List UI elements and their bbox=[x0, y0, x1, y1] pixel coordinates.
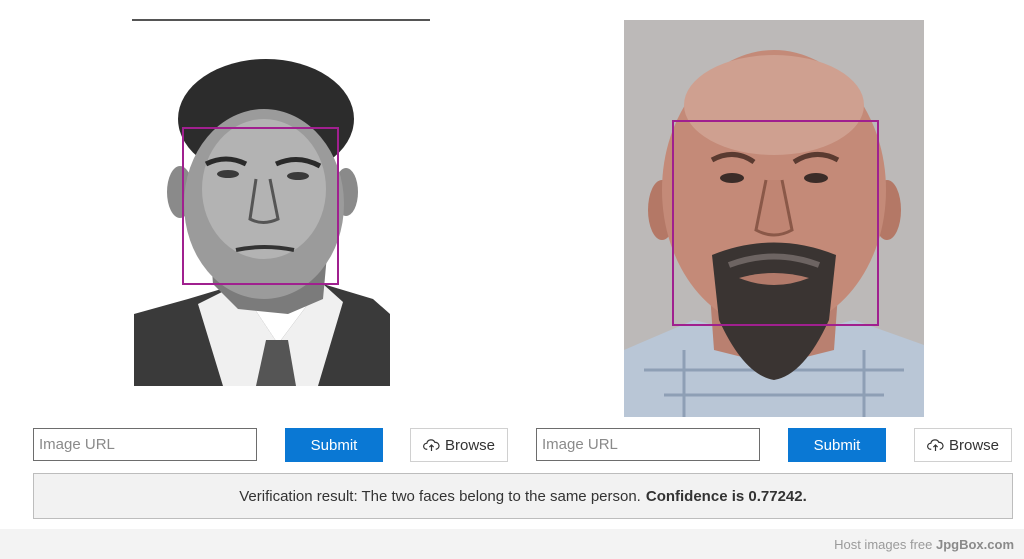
cloud-upload-icon bbox=[423, 439, 440, 451]
submit-label: Submit bbox=[813, 436, 861, 454]
confidence-text: Confidence is 0.77242. bbox=[645, 487, 807, 505]
image-url-input-right[interactable] bbox=[536, 428, 760, 461]
submit-button-left[interactable]: Submit bbox=[285, 428, 383, 462]
browse-label: Browse bbox=[948, 436, 1000, 454]
face-detection-box-right bbox=[672, 120, 879, 326]
face-detection-box-left bbox=[182, 127, 339, 285]
browse-button-right[interactable]: Browse bbox=[914, 428, 1012, 462]
footer-brand-link[interactable]: JpgBox.com bbox=[936, 537, 1014, 552]
footer-credit[interactable]: Host images free JpgBox.com bbox=[834, 537, 1014, 552]
submit-button-right[interactable]: Submit bbox=[788, 428, 886, 462]
verification-result-panel: Verification result: The two faces belon… bbox=[33, 473, 1013, 519]
result-text: Verification result: The two faces belon… bbox=[239, 487, 641, 505]
submit-label: Submit bbox=[310, 436, 358, 454]
browse-label: Browse bbox=[444, 436, 496, 454]
image-url-input-left[interactable] bbox=[33, 428, 257, 461]
footer: Host images free JpgBox.com bbox=[0, 529, 1024, 559]
browse-button-left[interactable]: Browse bbox=[410, 428, 508, 462]
footer-label: Host images free bbox=[834, 537, 933, 552]
cloud-upload-icon bbox=[927, 439, 944, 451]
